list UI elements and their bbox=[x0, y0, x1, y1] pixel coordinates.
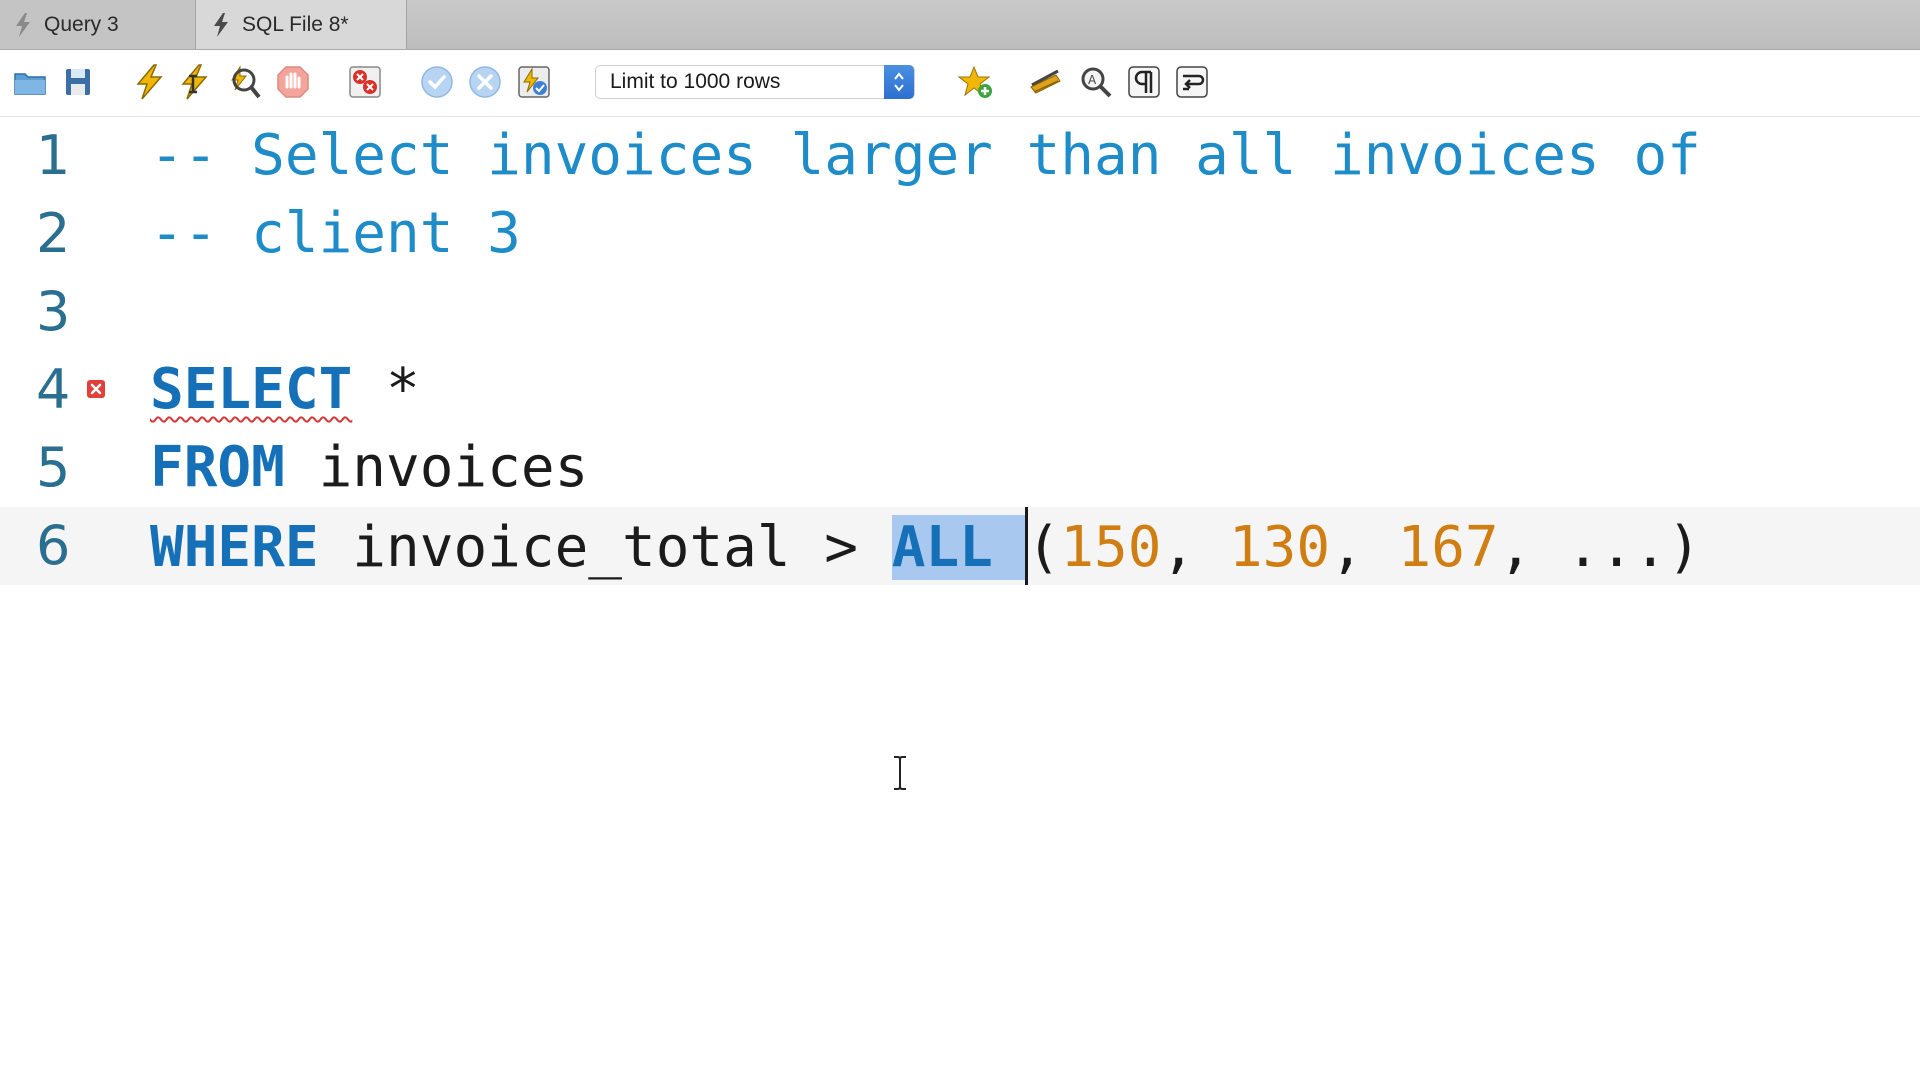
lightning-tab-icon bbox=[16, 12, 30, 37]
lightning-tab-icon bbox=[214, 12, 228, 37]
tab-bar: Query 3 SQL File 8* bbox=[0, 0, 1920, 50]
limit-rows-select[interactable]: Limit to 1000 rows bbox=[595, 65, 915, 99]
beautify-broom-icon[interactable] bbox=[1028, 64, 1064, 100]
chevron-up-down-icon bbox=[884, 65, 914, 99]
open-folder-icon[interactable] bbox=[12, 64, 48, 100]
line-number: 1 bbox=[36, 124, 71, 187]
tab-query-3[interactable]: Query 3 bbox=[0, 0, 196, 49]
code-text: , bbox=[1161, 515, 1229, 581]
code-line[interactable]: 4 SELECT * bbox=[0, 351, 1920, 429]
explain-magnifier-icon[interactable] bbox=[226, 64, 262, 100]
save-icon[interactable] bbox=[60, 64, 96, 100]
invisible-chars-pilcrow-icon[interactable] bbox=[1126, 64, 1162, 100]
tab-label: Query 3 bbox=[44, 12, 119, 36]
current-code-line[interactable]: 6 WHERE invoice_total > ALL (150, 130, 1… bbox=[0, 507, 1920, 585]
ibeam-cursor-icon bbox=[894, 756, 906, 790]
sql-keyword: FROM bbox=[150, 435, 285, 500]
tab-sql-file-8[interactable]: SQL File 8* bbox=[196, 0, 407, 49]
number-literal: 130 bbox=[1228, 515, 1331, 581]
sql-keyword: WHERE bbox=[150, 515, 319, 581]
sql-keyword: SELECT bbox=[150, 357, 353, 422]
code-text: ( bbox=[1026, 515, 1061, 581]
tab-label: SQL File 8* bbox=[242, 12, 349, 36]
code-text: invoices bbox=[284, 435, 589, 500]
number-literal: 167 bbox=[1397, 515, 1499, 581]
limit-rows-value: Limit to 1000 rows bbox=[610, 70, 781, 93]
code-line[interactable]: 5 FROM invoices bbox=[0, 429, 1920, 507]
code-line[interactable]: 1 -- Select invoices larger than all inv… bbox=[0, 117, 1920, 195]
execute-current-statement-icon[interactable] bbox=[177, 64, 213, 100]
line-number: 2 bbox=[36, 202, 71, 265]
find-magnifier-icon[interactable]: A bbox=[1078, 64, 1114, 100]
code-line[interactable]: 2 -- client 3 bbox=[0, 195, 1920, 273]
sql-editor[interactable]: 1 -- Select invoices larger than all inv… bbox=[0, 117, 1920, 1080]
line-number: 4 bbox=[36, 358, 71, 421]
svg-text:A: A bbox=[1088, 73, 1097, 87]
autocommit-toggle-icon[interactable] bbox=[516, 64, 552, 100]
word-wrap-icon[interactable] bbox=[1174, 64, 1210, 100]
code-text: * bbox=[352, 357, 420, 422]
error-marker-icon[interactable] bbox=[86, 379, 106, 399]
line-number: 6 bbox=[36, 514, 71, 577]
toggle-stop-on-error-icon[interactable] bbox=[347, 64, 383, 100]
code-line[interactable]: 3 bbox=[0, 273, 1920, 351]
stop-icon[interactable] bbox=[275, 64, 311, 100]
commit-check-icon[interactable] bbox=[419, 64, 455, 100]
code-text: invoice_total > bbox=[318, 515, 892, 581]
code-text: , bbox=[1330, 515, 1398, 581]
code-statement: SELECT * bbox=[150, 361, 420, 419]
code-statement: WHERE invoice_total > ALL (150, 130, 167… bbox=[150, 507, 1701, 585]
line-number: 3 bbox=[36, 280, 71, 343]
code-comment: -- Select invoices larger than all invoi… bbox=[150, 123, 1701, 188]
execute-lightning-icon[interactable] bbox=[131, 64, 167, 100]
editor-toolbar: Limit to 1000 rows A bbox=[0, 50, 1920, 117]
rollback-x-icon[interactable] bbox=[467, 64, 503, 100]
line-number: 5 bbox=[36, 436, 71, 499]
code-comment: -- client 3 bbox=[150, 201, 521, 266]
code-statement: FROM invoices bbox=[150, 439, 588, 497]
add-snippet-star-icon[interactable] bbox=[958, 64, 994, 100]
code-text: , ...) bbox=[1498, 515, 1701, 581]
selected-keyword: ALL bbox=[891, 515, 1027, 581]
number-literal: 150 bbox=[1060, 515, 1162, 581]
